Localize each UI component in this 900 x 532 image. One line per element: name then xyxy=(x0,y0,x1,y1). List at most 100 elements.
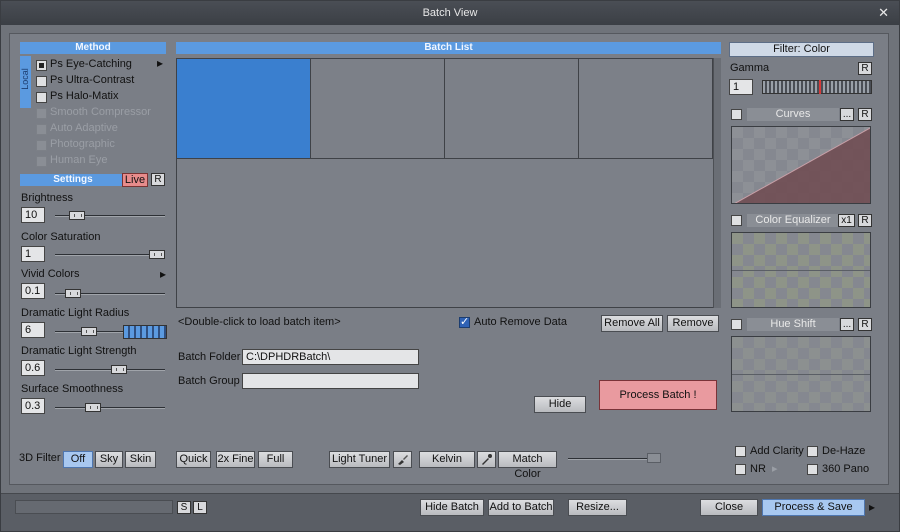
curves-preview[interactable] xyxy=(731,126,871,204)
method-smooth-compressor-label: Smooth Compressor xyxy=(50,106,151,118)
fine-button[interactable]: 2x Fine xyxy=(216,451,255,468)
dramatic-light-strength-slider[interactable] xyxy=(111,365,127,374)
color-equalizer-reset-button[interactable]: R xyxy=(858,214,872,227)
surface-smoothness-label: Surface Smoothness xyxy=(21,383,124,395)
color-saturation-slider[interactable] xyxy=(149,250,165,259)
add-clarity-checkbox[interactable] xyxy=(735,446,746,457)
color-saturation-field[interactable]: 1 xyxy=(21,246,45,262)
method-halo-matix-radio[interactable] xyxy=(36,92,47,103)
status-field xyxy=(15,500,173,514)
batch-folder-label: Batch Folder xyxy=(178,351,241,363)
curves-options-button[interactable]: ... xyxy=(840,108,854,121)
process-save-arrow-icon[interactable]: ▸ xyxy=(869,500,875,514)
curves-graph xyxy=(734,127,870,203)
vivid-colors-arrow-icon[interactable]: ▸ xyxy=(160,267,166,281)
gamma-field[interactable]: 1 xyxy=(729,79,753,95)
hue-shift-midline xyxy=(732,374,870,375)
settings-header: Settings xyxy=(20,174,126,186)
brightness-slider[interactable] xyxy=(69,211,85,220)
brightness-field[interactable]: 10 xyxy=(21,207,45,223)
hue-shift-reset-button[interactable]: R xyxy=(858,318,872,331)
add-clarity-label: Add Clarity xyxy=(750,445,804,457)
dramatic-light-radius-label: Dramatic Light Radius xyxy=(21,307,130,319)
color-equalizer-preview[interactable] xyxy=(731,232,871,308)
remove-button[interactable]: Remove xyxy=(667,315,719,332)
hue-shift-options-button[interactable]: ... xyxy=(840,318,854,331)
surface-smoothness-slider[interactable] xyxy=(85,403,101,412)
color-equalizer-checkbox[interactable] xyxy=(731,215,742,226)
close-button[interactable]: Close xyxy=(700,499,758,516)
batch-item-4[interactable] xyxy=(579,59,713,159)
light-tuner-brush-icon[interactable] xyxy=(393,451,412,468)
batch-list-scrollbar[interactable] xyxy=(713,58,721,308)
pano-checkbox[interactable] xyxy=(807,464,818,475)
gamma-reset-button[interactable]: R xyxy=(858,62,872,75)
auto-remove-label: Auto Remove Data xyxy=(474,316,567,328)
filter-3d-skin-button[interactable]: Skin xyxy=(125,451,156,468)
kelvin-eyedropper-icon[interactable] xyxy=(477,451,496,468)
settings-reset-button[interactable]: R xyxy=(151,173,165,186)
auto-remove-checkbox[interactable] xyxy=(459,315,470,328)
hide-batch-button[interactable]: Hide Batch xyxy=(420,499,484,516)
batch-item-2[interactable] xyxy=(311,59,445,159)
save-preset-button[interactable]: S xyxy=(177,501,191,514)
batch-list-grid[interactable] xyxy=(176,58,714,308)
process-save-button[interactable]: Process & Save xyxy=(762,499,865,516)
method-ultra-contrast-radio[interactable] xyxy=(36,76,47,87)
hue-shift-preview[interactable] xyxy=(731,336,871,412)
method-auto-adaptive-label: Auto Adaptive xyxy=(50,122,118,134)
method-submenu-arrow-icon[interactable]: ▸ xyxy=(157,56,163,70)
main-panel: Method Local Ps Eye-Catching ▸ Ps Ultra-… xyxy=(9,33,889,485)
batch-folder-input[interactable]: C:\DPHDRBatch\ xyxy=(242,349,419,365)
dramatic-light-radius-scale[interactable] xyxy=(123,325,167,339)
match-color-slider[interactable] xyxy=(647,453,661,463)
vivid-colors-slider[interactable] xyxy=(65,289,81,298)
brightness-label: Brightness xyxy=(21,192,73,204)
brush-icon xyxy=(398,455,408,465)
curves-label: Curves xyxy=(747,108,839,121)
gamma-label: Gamma xyxy=(730,62,770,74)
dehaze-checkbox[interactable] xyxy=(807,446,818,457)
remove-all-button[interactable]: Remove All xyxy=(601,315,663,332)
color-equalizer-x1-button[interactable]: x1 xyxy=(838,214,855,227)
filter-3d-sky-button[interactable]: Sky xyxy=(95,451,123,468)
kelvin-button[interactable]: Kelvin xyxy=(419,451,475,468)
method-header: Method xyxy=(20,42,166,54)
live-button[interactable]: Live xyxy=(122,173,148,187)
gamma-scale[interactable] xyxy=(762,80,872,94)
batch-view-window: Batch View ✕ Method Local Ps Eye-Catchin… xyxy=(0,0,900,532)
full-button[interactable]: Full xyxy=(258,451,293,468)
surface-smoothness-track xyxy=(55,407,165,409)
dramatic-light-radius-field[interactable]: 6 xyxy=(21,322,45,338)
nr-arrow-icon[interactable]: ▸ xyxy=(772,462,778,475)
filter-3d-off-button[interactable]: Off xyxy=(63,451,93,468)
method-eye-catching-label: Ps Eye-Catching xyxy=(50,58,132,70)
light-tuner-button[interactable]: Light Tuner xyxy=(329,451,390,468)
vivid-colors-field[interactable]: 0.1 xyxy=(21,283,45,299)
method-human-eye-radio xyxy=(36,156,47,167)
curves-checkbox[interactable] xyxy=(731,109,742,120)
dramatic-light-radius-slider[interactable] xyxy=(81,327,97,336)
batch-item-3[interactable] xyxy=(445,59,579,159)
method-eye-catching-radio[interactable] xyxy=(36,60,47,71)
add-to-batch-button[interactable]: Add to Batch xyxy=(488,499,554,516)
color-saturation-label: Color Saturation xyxy=(21,231,101,243)
match-color-button[interactable]: Match Color xyxy=(498,451,557,480)
curves-reset-button[interactable]: R xyxy=(858,108,872,121)
nr-checkbox[interactable] xyxy=(735,464,746,475)
quick-button[interactable]: Quick xyxy=(176,451,211,468)
dramatic-light-strength-field[interactable]: 0.6 xyxy=(21,360,45,376)
batch-item-1[interactable] xyxy=(177,59,311,159)
load-preset-button[interactable]: L xyxy=(193,501,207,514)
dehaze-label: De-Haze xyxy=(822,445,866,457)
local-tab[interactable]: Local xyxy=(20,56,31,108)
resize-button[interactable]: Resize... xyxy=(568,499,627,516)
hue-shift-checkbox[interactable] xyxy=(731,319,742,330)
filter-color-button[interactable]: Filter: Color xyxy=(729,42,874,57)
dramatic-light-strength-track xyxy=(55,369,165,371)
close-icon[interactable]: ✕ xyxy=(878,1,889,25)
hide-button[interactable]: Hide xyxy=(534,396,586,413)
batch-group-input[interactable] xyxy=(242,373,419,389)
process-batch-button[interactable]: Process Batch ! xyxy=(599,380,717,410)
surface-smoothness-field[interactable]: 0.3 xyxy=(21,398,45,414)
